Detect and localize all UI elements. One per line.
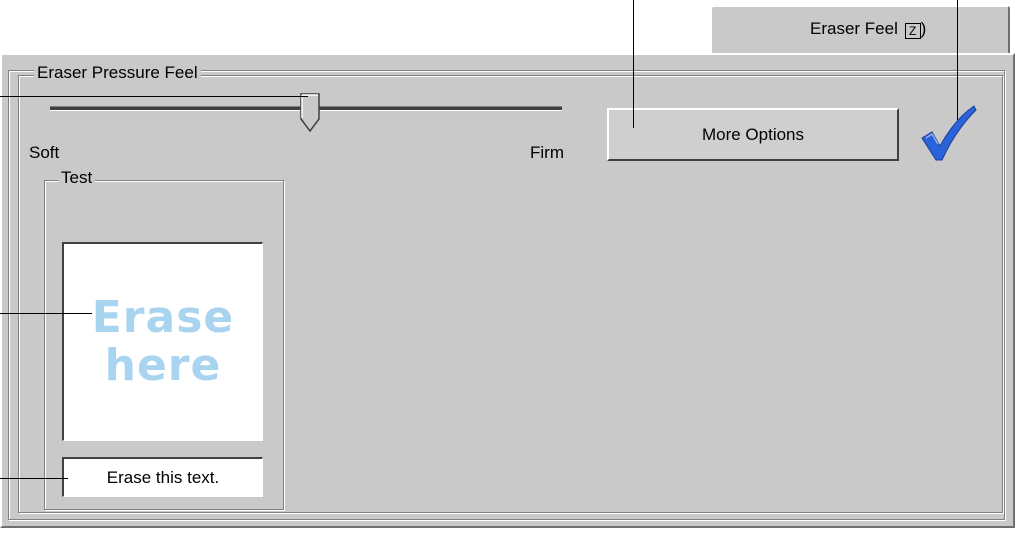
erase-test-area[interactable]: Erase here bbox=[62, 242, 263, 441]
slider-max-label: Firm bbox=[530, 143, 564, 162]
erase-text-field[interactable]: Erase this text. bbox=[62, 457, 263, 497]
callout-line-checkmark bbox=[957, 0, 958, 120]
test-group-title: Test bbox=[58, 168, 96, 188]
erase-area-line-2: here bbox=[104, 340, 222, 391]
callout-line-slider bbox=[0, 96, 308, 97]
tab-shortcut-key: Z bbox=[904, 23, 921, 39]
callout-line-erase-area bbox=[0, 313, 92, 314]
callout-line-more-options bbox=[633, 0, 634, 128]
callout-line-erase-field bbox=[0, 478, 68, 479]
slider-min-label: Soft bbox=[29, 143, 60, 162]
eraser-pressure-group-title: Eraser Pressure Feel bbox=[34, 63, 201, 83]
tab-eraser-feel-label: Eraser Feel Z) bbox=[810, 19, 926, 39]
checkmark-icon[interactable] bbox=[916, 102, 980, 166]
tab-close-paren: ) bbox=[920, 19, 927, 38]
pressure-slider-thumb[interactable] bbox=[300, 93, 320, 133]
tab-label-text: Eraser Feel bbox=[810, 19, 898, 38]
more-options-button[interactable]: More Options bbox=[607, 108, 899, 161]
erase-area-line-1: Erase bbox=[91, 292, 235, 343]
